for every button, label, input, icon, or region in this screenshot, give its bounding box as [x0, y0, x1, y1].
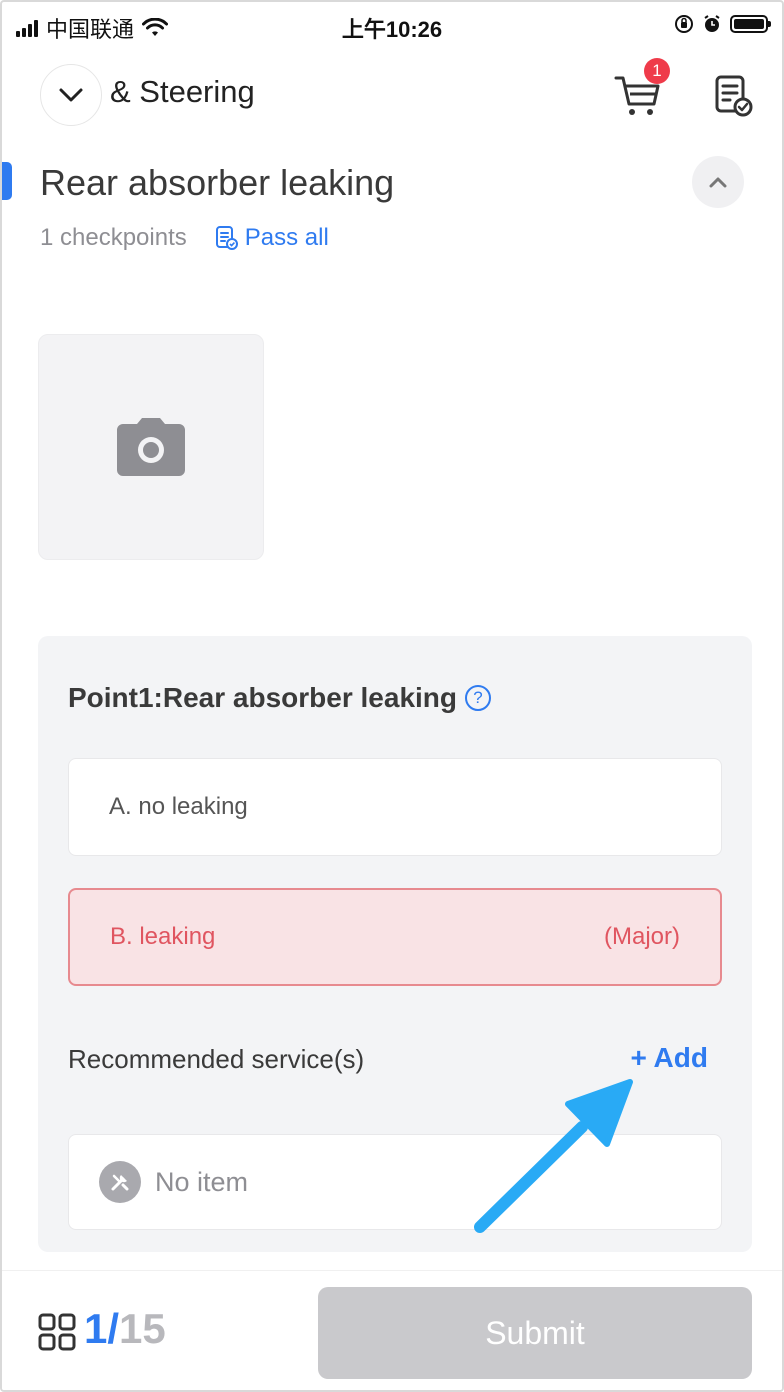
section-indicator — [2, 162, 12, 200]
battery-icon — [730, 15, 771, 33]
pass-all-button[interactable]: Pass all — [215, 224, 329, 252]
camera-icon — [117, 418, 185, 476]
checklist-icon[interactable] — [714, 74, 754, 118]
severity-tag: (Major) — [604, 923, 680, 950]
option-label: A. no leaking — [109, 793, 248, 820]
app-frame: 中国联通 上午10:26 & Steering 1 Rear absorber … — [0, 0, 784, 1392]
bottom-bar: 1/15 Submit — [2, 1270, 782, 1390]
status-time: 上午10:26 — [341, 17, 443, 42]
cart-badge: 1 — [644, 58, 670, 84]
alarm-icon — [704, 15, 720, 32]
chevron-down-icon — [59, 88, 83, 102]
orientation-lock-icon — [675, 15, 693, 33]
collapse-button[interactable] — [692, 156, 744, 208]
header-title: & Steering — [110, 74, 255, 109]
dropdown-button[interactable] — [40, 64, 102, 126]
checkpoint-card: Point1:Rear absorber leaking ? A. no lea… — [38, 636, 752, 1252]
chevron-up-icon — [709, 177, 727, 188]
total-pages: 15 — [119, 1305, 166, 1352]
tools-icon — [99, 1161, 141, 1203]
checklist-icon — [215, 226, 238, 250]
annotation-arrow — [474, 1079, 633, 1233]
section-title: Rear absorber leaking — [40, 162, 395, 203]
checkpoint-count: 1 checkpoints — [40, 224, 187, 251]
current-page: 1/ — [84, 1305, 120, 1352]
checkpoint-title-text: Point1:Rear absorber leaking — [68, 682, 458, 713]
checkpoint-title: Point1:Rear absorber leaking ? — [68, 682, 492, 714]
option-label: B. leaking — [110, 923, 216, 950]
option-leaking[interactable]: B. leaking (Major) — [68, 888, 722, 986]
section-meta: 1 checkpoints Pass all — [40, 224, 329, 252]
header: & Steering 1 — [2, 58, 782, 130]
add-service-button[interactable]: + Add — [630, 1042, 708, 1074]
no-item-label: No item — [155, 1166, 249, 1197]
option-no-leaking[interactable]: A. no leaking — [68, 758, 722, 856]
status-right — [674, 14, 771, 34]
page-indicator: 1/15 — [84, 1305, 166, 1353]
pass-all-label: Pass all — [244, 224, 329, 251]
status-bar: 中国联通 上午10:26 — [2, 2, 782, 52]
photo-upload[interactable] — [38, 334, 264, 560]
grid-icon[interactable] — [38, 1313, 76, 1351]
recommended-services-label: Recommended service(s) — [68, 1044, 365, 1074]
submit-button[interactable]: Submit — [318, 1287, 752, 1379]
help-icon[interactable]: ? — [465, 685, 492, 711]
